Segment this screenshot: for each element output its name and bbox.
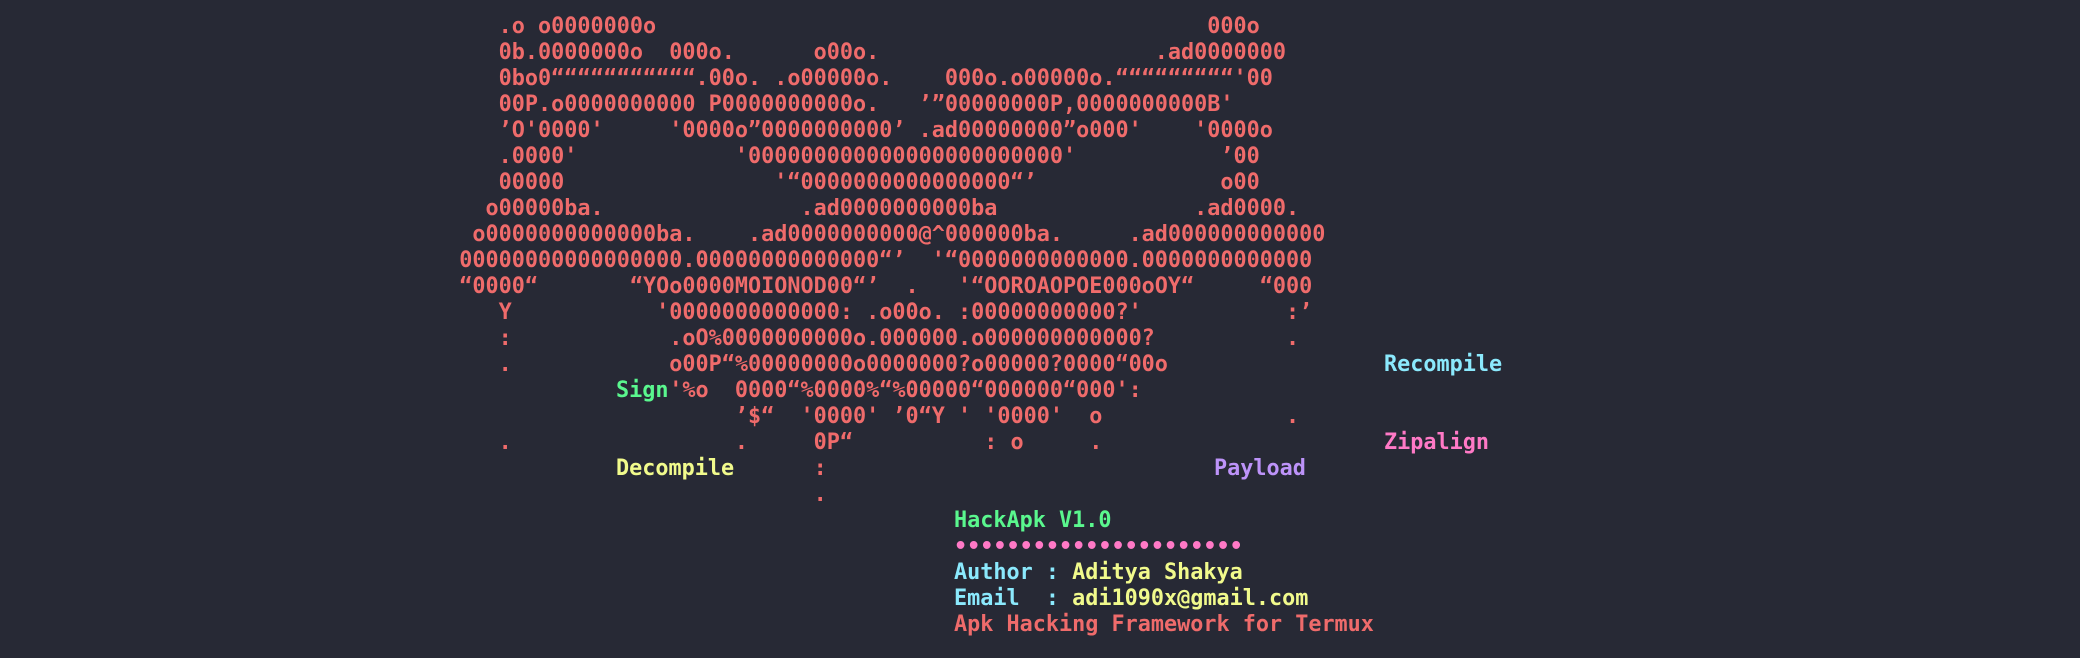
- author-key: Author :: [954, 560, 1073, 585]
- menu-label-recompile: Recompile: [1384, 352, 1503, 377]
- ascii-art-line: . . 0P“ : o .: [0, 430, 1103, 455]
- ascii-art-line: .0000' '000000000000000000000000' ’00: [0, 144, 1260, 169]
- ascii-art-line: “0000“ “YOo0000MOIONOD00“’ . '“OOROAOPOE…: [0, 274, 1313, 299]
- author-row: Author : Aditya Shakya: [954, 560, 1243, 586]
- email-key: Email :: [954, 586, 1073, 611]
- app-title: HackApk V1.0: [954, 508, 1112, 533]
- menu-label-payload: Payload: [1214, 456, 1306, 481]
- email-row: Email : adi1090x@gmail.com: [954, 586, 1308, 612]
- ascii-art-line: '%o 0000“%0000%“%00000“000000“000':: [0, 378, 1142, 403]
- ascii-art-line: . o00P“%00000000o0000000?o00000?0000“00o: [0, 352, 1168, 377]
- ascii-art-line: ’O'0000' '0000o”0000000000’ .ad00000000”…: [0, 118, 1273, 143]
- menu-label-sign: Sign: [616, 378, 669, 403]
- ascii-art-line: 00P.o0000000000 P0000000000o. ’”00000000…: [0, 92, 1234, 117]
- author-value: Aditya Shakya: [1072, 560, 1243, 585]
- ascii-art-line: : .oO%0000000000o.000000.o000000000000? …: [0, 326, 1300, 351]
- ascii-art-line: 0bo0“““““““““““.00o. .o00000o. 000o.o000…: [0, 66, 1273, 91]
- email-value: adi1090x@gmail.com: [1072, 586, 1309, 611]
- ascii-art-line: 0b.0000000o 000o. o00o. .ad0000000: [0, 40, 1287, 65]
- terminal-window[interactable]: .o o0000000o 000o 0b.0000000o 000o. o00o…: [0, 0, 2080, 658]
- menu-label-decompile: Decompile: [616, 456, 735, 481]
- ascii-art-line: ’$“ '0000' ’0“Y ' '0000' o .: [0, 404, 1300, 429]
- ascii-art-line: 00000000000000000.00000000000000“’ '“000…: [0, 248, 1313, 273]
- ascii-art-line: .: [0, 482, 827, 507]
- ascii-art-line: .o o0000000o 000o: [0, 14, 1260, 39]
- menu-label-zipalign: Zipalign: [1384, 430, 1489, 455]
- ascii-art-line: Y '0000000000000: .o00o. :00000000000?' …: [0, 300, 1313, 325]
- tagline: Apk Hacking Framework for Termux: [954, 612, 1374, 637]
- ascii-art-line: o00000ba. .ad0000000000ba .ad0000.: [0, 196, 1300, 221]
- separator-dots: ••••••••••••••••••••••: [954, 534, 1243, 559]
- ascii-art-line: o0000000000000ba. .ad0000000000@^000000b…: [0, 222, 1326, 247]
- ascii-art-line: 00000 '“0000000000000000“’ o00: [0, 170, 1260, 195]
